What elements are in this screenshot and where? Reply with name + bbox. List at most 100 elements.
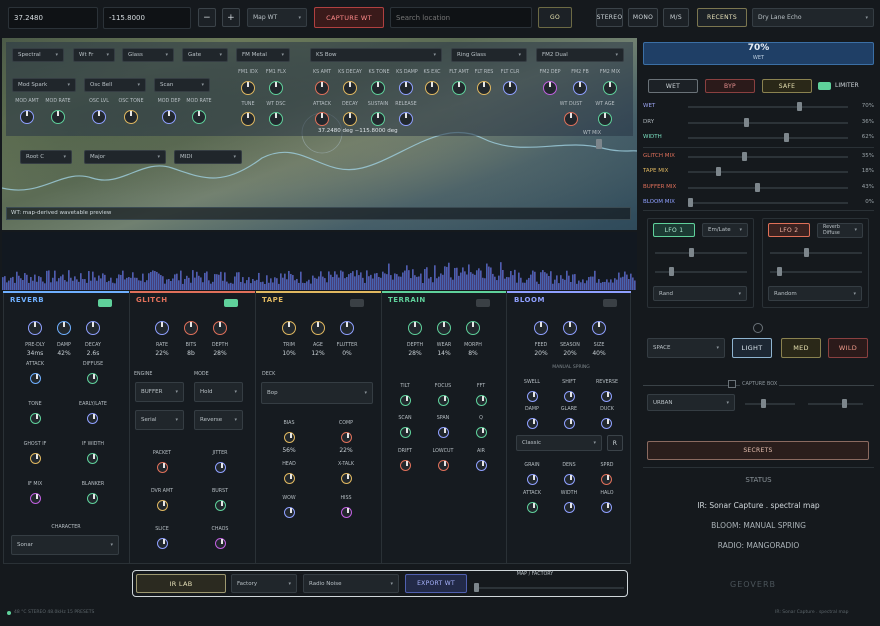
mod-rate-knob[interactable] [51, 110, 65, 124]
slider-thumb[interactable] [761, 399, 766, 408]
flt-res-knob[interactable] [477, 81, 491, 95]
bloom-feed-knob[interactable] [534, 321, 548, 335]
lfo1-shape-select[interactable]: Rand ▾ [653, 286, 747, 301]
ms-button[interactable]: M/S [663, 8, 689, 27]
fm1-flx-knob[interactable] [269, 81, 283, 95]
factory-select[interactable]: Factory ▾ [231, 574, 297, 593]
glitch-depth-knob[interactable] [213, 321, 227, 335]
bloom-dens-knob[interactable] [564, 474, 575, 485]
lfo2-button[interactable]: LFO 2 [768, 223, 810, 237]
search-location-input[interactable] [390, 7, 532, 28]
ring-select[interactable]: Ring Glass ▾ [451, 48, 527, 62]
bloom-width-knob[interactable] [564, 502, 575, 513]
bloom-season-knob[interactable] [563, 321, 577, 335]
midi-select[interactable]: MIDI ▾ [174, 150, 242, 164]
reverb-damp-knob[interactable] [57, 321, 71, 335]
mix-slider[interactable] [688, 182, 848, 192]
flt-clr-knob[interactable] [503, 81, 517, 95]
bloom-shift-knob[interactable] [564, 391, 575, 402]
fm1-idx-knob[interactable] [241, 81, 255, 95]
wt-dust-knob[interactable] [564, 112, 578, 126]
osc-lvl-knob[interactable] [92, 110, 106, 124]
bloom-mode-select[interactable]: Classic ▾ [516, 435, 602, 451]
terrain-depth-knob[interactable] [408, 321, 422, 335]
glitch-burst-knob[interactable] [215, 500, 226, 511]
deck-select[interactable]: Bop ▾ [261, 382, 373, 404]
bloom-size-knob[interactable] [592, 321, 606, 335]
terrain-scan-knob[interactable] [400, 427, 411, 438]
reverb-predly-knob[interactable] [28, 321, 42, 335]
terrain-drift-knob[interactable] [400, 460, 411, 471]
tape-bias-knob[interactable] [284, 432, 295, 443]
mix-slider[interactable] [688, 167, 848, 176]
mod-select[interactable]: Mod Spark ▾ [12, 78, 76, 92]
slider-thumb[interactable] [716, 167, 721, 176]
wild-button[interactable]: WILD [828, 338, 868, 358]
terrain-air-knob[interactable] [476, 460, 487, 471]
map-mode-select[interactable]: Map WT ▾ [247, 8, 307, 27]
sustain-knob[interactable] [371, 112, 385, 126]
reverb-attack-knob[interactable] [30, 373, 41, 384]
link-icon[interactable] [753, 323, 763, 333]
reverb-diffuse-knob[interactable] [87, 373, 98, 384]
ks-tone-knob[interactable] [371, 81, 385, 95]
mono-button[interactable]: MONO [628, 8, 658, 27]
slider-thumb[interactable] [474, 583, 479, 592]
tape-xtalk-knob[interactable] [341, 473, 352, 484]
lfo1-button[interactable]: LFO 1 [653, 223, 695, 237]
bloom-toggle[interactable] [603, 299, 617, 307]
reverb-decay-knob[interactable] [86, 321, 100, 335]
slider-thumb[interactable] [755, 182, 760, 192]
bypass-button[interactable]: BYP [705, 79, 755, 93]
bloom-grain-knob[interactable] [527, 474, 538, 485]
lfo1-depth-slider[interactable] [655, 267, 747, 276]
bloom-damp-knob[interactable] [527, 418, 538, 429]
terrain-toggle[interactable] [476, 299, 490, 307]
export-wt-button[interactable]: EXPORT WT [405, 574, 467, 593]
reverb-blanker-knob[interactable] [87, 493, 98, 504]
flt-amt-knob[interactable] [452, 81, 466, 95]
reverb-toggle[interactable] [98, 299, 112, 307]
glitch-direction-select[interactable]: Reverse ▾ [194, 410, 243, 430]
wt-age-knob[interactable] [598, 112, 612, 126]
slider-thumb[interactable] [842, 399, 847, 408]
tape-toggle[interactable] [350, 299, 364, 307]
glitch-engine-select[interactable]: BUFFER ▾ [135, 382, 184, 402]
root-select[interactable]: Root C ▾ [20, 150, 72, 164]
glitch-chaos-knob[interactable] [215, 538, 226, 549]
tape-trim-knob[interactable] [282, 321, 296, 335]
tape-comp-knob[interactable] [341, 432, 352, 443]
bloom-glare-knob[interactable] [564, 418, 575, 429]
light-button[interactable]: LIGHT [732, 338, 772, 358]
mix-slider[interactable] [688, 151, 848, 161]
mod-amt-knob[interactable] [20, 110, 34, 124]
wet-button[interactable]: WET [648, 79, 698, 93]
glitch-slice-knob[interactable] [157, 538, 168, 549]
release-knob[interactable] [399, 112, 413, 126]
glitch-toggle[interactable] [224, 299, 238, 307]
glitch-packet-knob[interactable] [157, 462, 168, 473]
latitude-field[interactable]: 37.2480 [8, 7, 98, 29]
reverb-if-mix-knob[interactable] [30, 493, 41, 504]
med-button[interactable]: MED [781, 338, 821, 358]
slider-thumb[interactable] [777, 267, 782, 276]
zoom-in-button[interactable]: + [222, 8, 240, 27]
tape-hiss-knob[interactable] [341, 507, 352, 518]
mix-slider[interactable] [688, 117, 848, 127]
stereo-button[interactable]: STEREO [596, 8, 623, 27]
terrain-q-knob[interactable] [476, 427, 487, 438]
recents-button[interactable]: RECENTS [697, 8, 747, 27]
fm2-fb-knob[interactable] [573, 81, 587, 95]
lfo2-target-select[interactable]: Reverb Diffuse ▾ [817, 223, 863, 238]
ks-decay-knob[interactable] [343, 81, 357, 95]
wt-mix-handle[interactable] [596, 139, 602, 149]
capture-box-checkbox[interactable] [728, 380, 736, 388]
slider-thumb[interactable] [669, 267, 674, 276]
synth-select-3[interactable]: Glass ▾ [122, 48, 174, 62]
terrain-tilt-knob[interactable] [400, 395, 411, 406]
zoom-out-button[interactable]: − [198, 8, 216, 27]
glitch-bits-knob[interactable] [184, 321, 198, 335]
bloom-attack-knob[interactable] [527, 502, 538, 513]
reverb-ghost-knob[interactable] [30, 453, 41, 464]
tape-flutter-knob[interactable] [340, 321, 354, 335]
